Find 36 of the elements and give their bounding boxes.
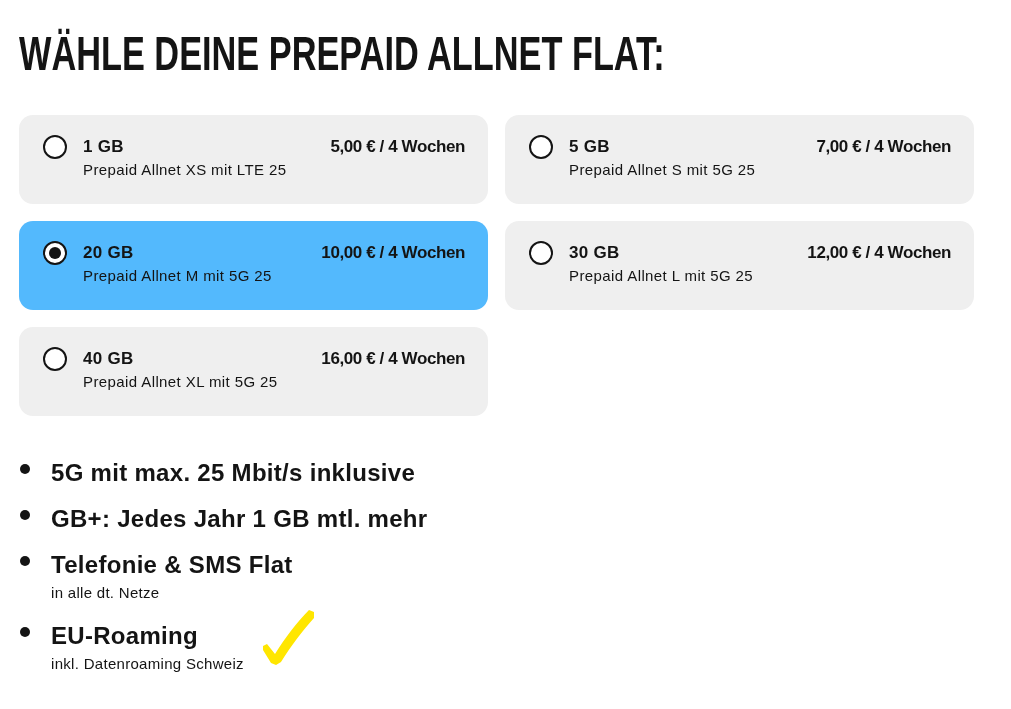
plan-name: Prepaid Allnet L mit 5G 25 (569, 266, 754, 286)
plan-data-volume: 30 GB (569, 242, 620, 264)
bullet-icon (20, 556, 30, 566)
plan-price: 16,00 € / 4 Wochen (321, 348, 465, 370)
plan-data-volume: 1 GB (83, 136, 124, 158)
radio-button[interactable] (529, 241, 553, 265)
plan-price: 7,00 € / 4 Wochen (816, 136, 951, 158)
plan-price: 12,00 € / 4 Wochen (807, 242, 951, 264)
feature-title: Telefonie & SMS Flat (51, 551, 293, 579)
plan-name: Prepaid Allnet M mit 5G 25 (83, 266, 272, 286)
radio-button[interactable] (43, 241, 67, 265)
bullet-icon (20, 627, 30, 637)
plan-data-volume: 5 GB (569, 136, 610, 158)
plan-name: Prepaid Allnet XS mit LTE 25 (83, 160, 287, 180)
plan-card[interactable]: 30 GB 12,00 € / 4 Wochen Prepaid Allnet L mit 5G 25 (505, 221, 974, 310)
page-heading: WÄHLE DEINE PREPAID ALLNET FLAT: (19, 30, 665, 78)
radio-button[interactable] (529, 135, 553, 159)
plan-card[interactable]: 5 GB 7,00 € / 4 Wochen Prepaid Allnet S mit 5G 25 (505, 115, 974, 204)
plan-data-volume: 20 GB (83, 242, 134, 264)
plan-price: 5,00 € / 4 Wochen (330, 136, 465, 158)
plan-card[interactable]: 40 GB 16,00 € / 4 Wochen Prepaid Allnet XL mit 5G 25 (19, 327, 488, 416)
plan-name: Prepaid Allnet XL mit 5G 25 (83, 372, 278, 392)
plan-data-volume: 40 GB (83, 348, 134, 370)
bullet-icon (20, 464, 30, 474)
feature-note: in alle dt. Netze (51, 583, 160, 603)
plan-name: Prepaid Allnet S mit 5G 25 (569, 160, 756, 180)
feature-title: 5G mit max. 25 Mbit/s inklusive (51, 459, 416, 487)
feature-title: GB+: Jedes Jahr 1 GB mtl. mehr (51, 505, 428, 533)
feature-note: inkl. Datenroaming Schweiz (51, 654, 244, 674)
plan-card[interactable]: 1 GB 5,00 € / 4 Wochen Prepaid Allnet XS mit LTE 25 (19, 115, 488, 204)
radio-button[interactable] (43, 347, 67, 371)
feature-title: EU-Roaming (51, 622, 198, 650)
radio-button[interactable] (43, 135, 67, 159)
plan-price: 10,00 € / 4 Wochen (321, 242, 465, 264)
bullet-icon (20, 510, 30, 520)
plan-card[interactable]: 20 GB 10,00 € / 4 Wochen Prepaid Allnet M mit 5G 25 (19, 221, 488, 310)
